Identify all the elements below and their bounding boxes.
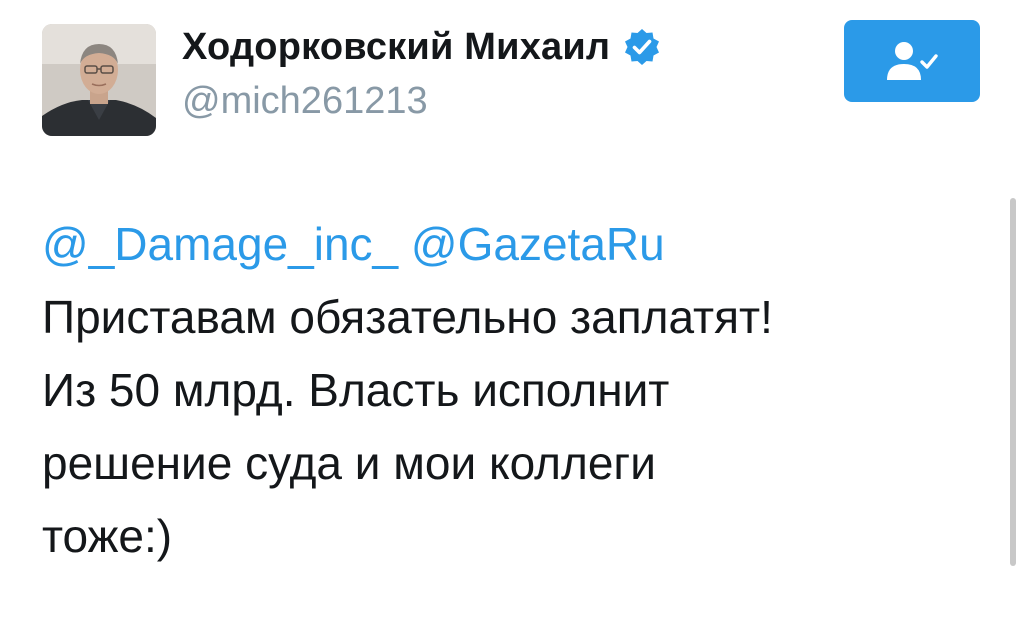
- author-header: Ходорковский Михаил: [182, 24, 662, 70]
- profile-photo-icon: [42, 24, 156, 136]
- scrollbar[interactable]: [1010, 198, 1016, 566]
- mention-link[interactable]: @_Damage_inc_: [42, 218, 398, 270]
- user-handle[interactable]: @mich261213: [182, 80, 428, 123]
- display-name[interactable]: Ходорковский Михаил: [182, 26, 610, 69]
- tweet-text: @_Damage_inc_ @GazetaRu Приставам обязат…: [42, 208, 982, 573]
- tweet-line: тоже:): [42, 510, 173, 562]
- avatar[interactable]: [42, 24, 156, 136]
- tweet-card: Ходорковский Михаил @mich261213 @_Damage…: [0, 0, 1024, 632]
- mention-link[interactable]: @GazetaRu: [411, 218, 665, 270]
- tweet-line: Приставам обязательно заплатят!: [42, 291, 773, 343]
- verified-badge-icon: [622, 27, 662, 67]
- tweet-line: Из 50 млрд. Власть исполнит: [42, 364, 670, 416]
- tweet-line: решение суда и мои коллеги: [42, 437, 656, 489]
- following-button[interactable]: [844, 20, 980, 102]
- following-check-icon: [887, 42, 938, 80]
- mentions-line: @_Damage_inc_ @GazetaRu: [42, 208, 982, 281]
